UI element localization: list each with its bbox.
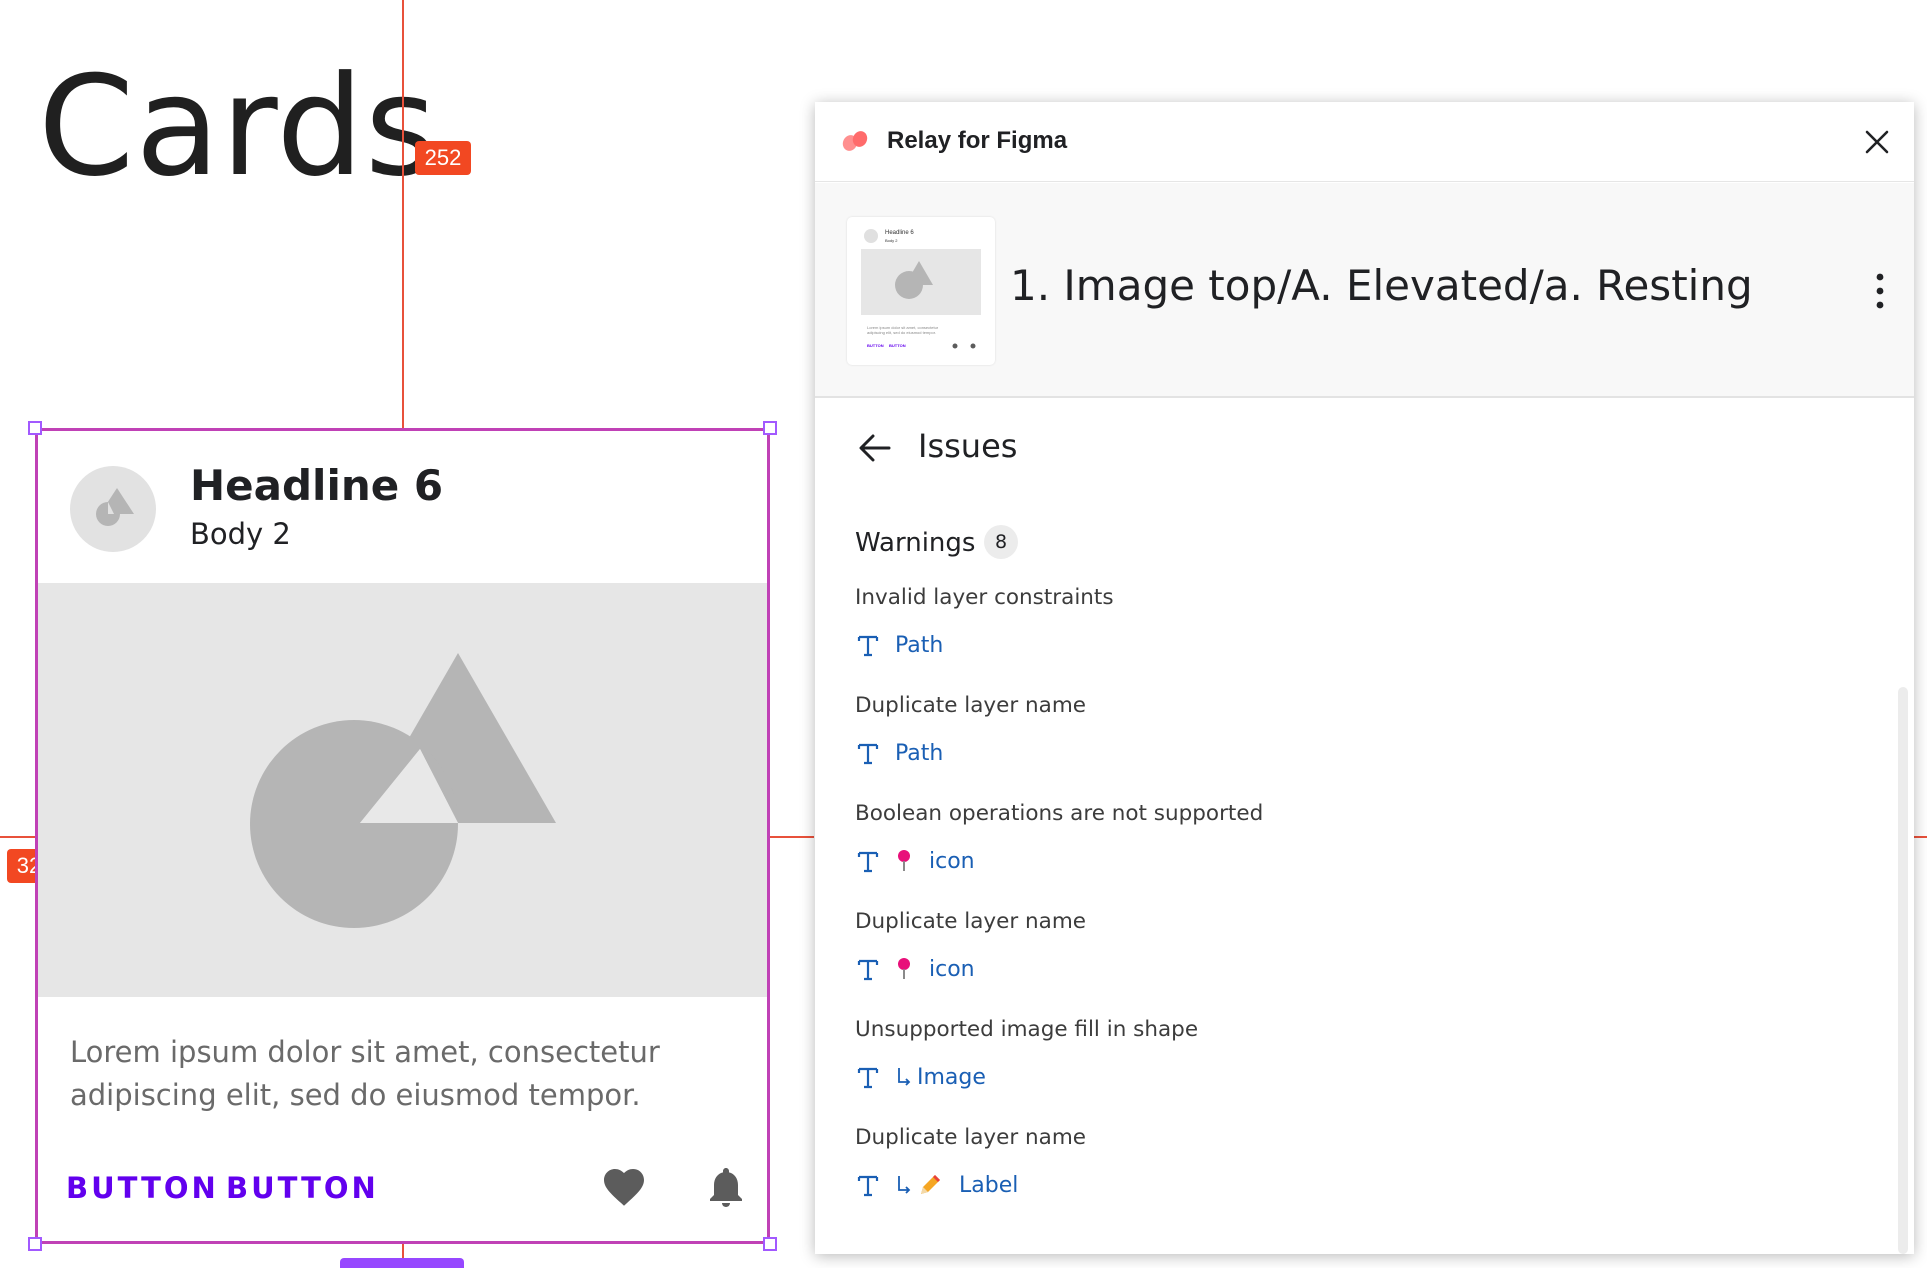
warnings-count-badge: 8	[984, 525, 1018, 559]
pin-icon	[898, 850, 910, 871]
panel-title: Relay for Figma	[887, 127, 1068, 154]
layer-name: icon	[929, 956, 975, 982]
thumbnail-card-icon: Headline 6 Body 2 Lorem ipsum dolor sit …	[861, 229, 981, 349]
component-thumbnail[interactable]: Headline 6 Body 2 Lorem ipsum dolor sit …	[847, 217, 995, 365]
panel-header: Relay for Figma	[815, 102, 1914, 182]
issue-title: Duplicate layer name	[855, 1125, 1087, 1150]
sublayer-icon	[898, 1176, 911, 1194]
relay-logo-icon	[842, 131, 868, 151]
close-icon[interactable]	[1861, 126, 1893, 158]
issue-layer-link[interactable]: Image	[855, 1061, 986, 1093]
issue-layer-link[interactable]: icon	[855, 953, 975, 985]
svg-text:Body 2: Body 2	[885, 238, 898, 243]
sublayer-icon	[898, 1068, 911, 1086]
issue-title: Duplicate layer name	[855, 693, 1087, 718]
layer-name: Path	[895, 740, 944, 766]
svg-text:BUTTON: BUTTON	[867, 343, 884, 348]
measure-line-left	[0, 836, 36, 838]
layer-name: Image	[917, 1064, 986, 1090]
more-vert-icon[interactable]	[1870, 269, 1890, 313]
measure-line-right	[770, 836, 814, 838]
resize-handle-bottom-left[interactable]	[28, 1237, 42, 1251]
dimension-tag	[340, 1258, 464, 1268]
text-layer-icon	[857, 851, 879, 873]
issue-title: Unsupported image fill in shape	[855, 1017, 1199, 1042]
layer-name: Label	[959, 1172, 1019, 1198]
measure-badge-top: 252	[415, 141, 471, 175]
component-name: 1. Image top/A. Elevated/a. Resting	[1010, 261, 1753, 310]
component-header: Headline 6 Body 2 Lorem ipsum dolor sit …	[815, 183, 1914, 398]
pencil-icon	[921, 1175, 940, 1194]
svg-text:BUTTON: BUTTON	[889, 343, 906, 348]
text-layer-icon	[857, 743, 879, 765]
text-layer-icon	[857, 1067, 879, 1089]
back-arrow-icon[interactable]	[855, 430, 895, 466]
warnings-label: Warnings	[855, 528, 976, 558]
text-layer-icon	[857, 1175, 879, 1197]
svg-text:Headline 6: Headline 6	[885, 230, 914, 236]
issue-layer-link[interactable]: Path	[855, 629, 943, 661]
resize-handle-top-right[interactable]	[763, 421, 777, 435]
text-layer-icon	[857, 959, 879, 981]
layer-name: Path	[895, 632, 944, 658]
issue-title: Duplicate layer name	[855, 909, 1087, 934]
issue-layer-link[interactable]: Path	[855, 737, 943, 769]
issue-title: Boolean operations are not supported	[855, 801, 1264, 826]
layer-name: icon	[929, 848, 975, 874]
issue-layer-link[interactable]: icon	[855, 845, 975, 877]
selection-frame	[35, 428, 770, 1244]
scrollbar[interactable]	[1898, 687, 1908, 1254]
measure-line-top	[402, 0, 404, 428]
issue-title: Invalid layer constraints	[855, 585, 1114, 610]
relay-panel: Relay for Figma Headline 6 Body 2 Lorem …	[815, 102, 1914, 1254]
measure-line-far-right	[1912, 836, 1927, 838]
resize-handle-top-left[interactable]	[28, 421, 42, 435]
page-title: Cards	[38, 46, 438, 207]
text-layer-icon	[857, 635, 879, 657]
issues-title: Issues	[918, 427, 1018, 465]
pin-icon	[898, 958, 910, 979]
issue-layer-link[interactable]: Label	[855, 1169, 1018, 1201]
svg-text:adipiscing elit, sed do eiusmo: adipiscing elit, sed do eiusmod tempor.	[867, 330, 936, 335]
resize-handle-bottom-right[interactable]	[763, 1237, 777, 1251]
